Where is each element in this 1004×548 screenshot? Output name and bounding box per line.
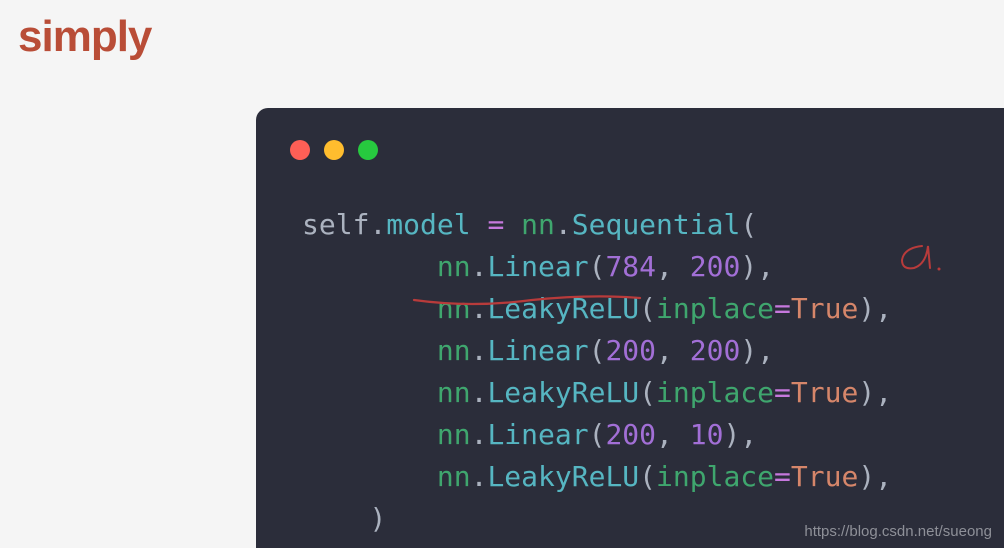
code-token: Linear — [487, 418, 588, 451]
code-token: ( — [639, 376, 656, 409]
code-token: nn — [437, 334, 471, 367]
code-token: . — [471, 250, 488, 283]
code-token: 200 — [605, 418, 656, 451]
code-token: ) — [740, 334, 757, 367]
minimize-icon — [324, 140, 344, 160]
alpha-annotation-icon — [894, 238, 944, 278]
code-token: . — [471, 376, 488, 409]
slide-heading: simply — [18, 12, 151, 62]
code-token: . — [369, 208, 386, 241]
code-token: ( — [589, 250, 606, 283]
code-token — [302, 292, 437, 325]
code-token: ( — [589, 418, 606, 451]
code-token: ) — [858, 460, 875, 493]
code-token: inplace — [656, 376, 774, 409]
code-token: . — [471, 418, 488, 451]
code-token: ) — [740, 250, 757, 283]
code-area: self.model = nn.Sequential( nn.Linear(78… — [302, 204, 892, 540]
code-window: self.model = nn.Sequential( nn.Linear(78… — [256, 108, 1004, 548]
code-token: nn — [437, 376, 471, 409]
code-token: ) — [858, 292, 875, 325]
code-token: Sequential — [572, 208, 741, 241]
watermark: https://blog.csdn.net/sueong — [804, 523, 992, 540]
maximize-icon — [358, 140, 378, 160]
code-token: Linear — [487, 334, 588, 367]
code-token: 784 — [605, 250, 656, 283]
code-token: , — [757, 250, 774, 283]
code-token: LeakyReLU — [487, 460, 639, 493]
code-token: 200 — [690, 334, 741, 367]
code-token: inplace — [656, 460, 774, 493]
code-token: = — [774, 460, 791, 493]
code-token — [504, 208, 521, 241]
code-token: True — [791, 460, 858, 493]
code-token: . — [471, 460, 488, 493]
code-token: nn — [437, 460, 471, 493]
code-token: True — [791, 376, 858, 409]
code-token: , — [740, 418, 757, 451]
code-token — [673, 250, 690, 283]
code-token: LeakyReLU — [487, 292, 639, 325]
code-token: True — [791, 292, 858, 325]
code-token: 200 — [605, 334, 656, 367]
code-token: , — [656, 250, 673, 283]
code-token — [673, 334, 690, 367]
code-token: nn — [437, 250, 471, 283]
code-token: , — [656, 334, 673, 367]
code-token: , — [757, 334, 774, 367]
code-token: = — [487, 208, 504, 241]
code-token: . — [471, 292, 488, 325]
code-token: model — [386, 208, 470, 241]
code-token: ( — [589, 334, 606, 367]
code-token: ( — [639, 292, 656, 325]
code-token — [302, 376, 437, 409]
code-token — [302, 334, 437, 367]
code-token: ) — [723, 418, 740, 451]
code-token: ) — [369, 502, 386, 535]
code-token: LeakyReLU — [487, 376, 639, 409]
code-token — [302, 418, 437, 451]
code-token: nn — [437, 418, 471, 451]
code-token: ( — [639, 460, 656, 493]
code-token — [302, 502, 369, 535]
code-token: , — [875, 376, 892, 409]
code-token: . — [555, 208, 572, 241]
code-token: 200 — [690, 250, 741, 283]
code-token: , — [875, 292, 892, 325]
code-token: ) — [858, 376, 875, 409]
code-token: 10 — [690, 418, 724, 451]
code-token — [471, 208, 488, 241]
code-token — [302, 250, 437, 283]
code-token: nn — [437, 292, 471, 325]
code-token: inplace — [656, 292, 774, 325]
code-token: , — [875, 460, 892, 493]
code-token — [302, 460, 437, 493]
code-token: ( — [740, 208, 757, 241]
code-token: nn — [521, 208, 555, 241]
code-token: = — [774, 292, 791, 325]
code-token — [673, 418, 690, 451]
code-token: , — [656, 418, 673, 451]
code-token: . — [471, 334, 488, 367]
close-icon — [290, 140, 310, 160]
code-token: Linear — [487, 250, 588, 283]
window-controls — [290, 140, 378, 160]
code-token: = — [774, 376, 791, 409]
code-token: self — [302, 208, 369, 241]
